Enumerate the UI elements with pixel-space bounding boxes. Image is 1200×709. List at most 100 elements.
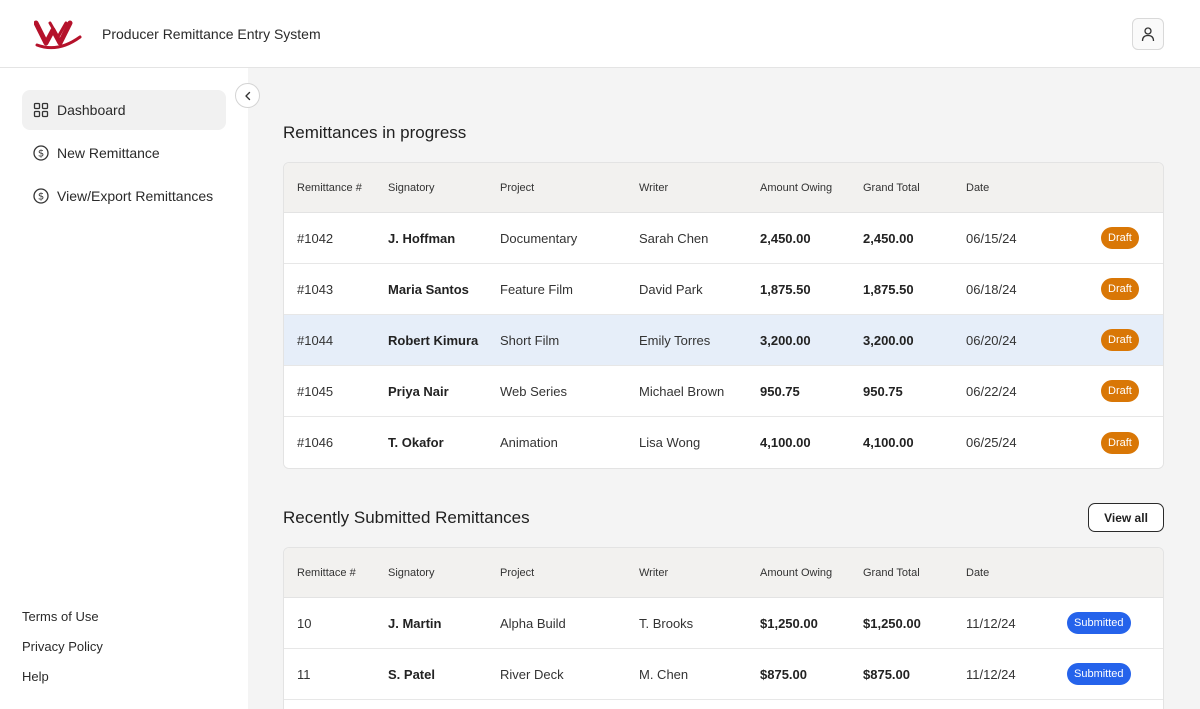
column-header[interactable]: Amount Owing <box>760 548 832 597</box>
amount-owing: 2,450.00 <box>760 230 811 246</box>
status-badge: Draft <box>1101 329 1139 351</box>
grand-total: 2,450.00 <box>863 230 914 246</box>
sidebar: Dashboard $ New Remittance $ View/Export… <box>0 68 248 709</box>
status-cell: Draft <box>1101 264 1139 314</box>
grand-total: $1,250.00 <box>863 615 921 631</box>
sidebar-item-new-remittance[interactable]: $ New Remittance <box>22 133 226 173</box>
amount-owing: 950.75 <box>760 383 800 399</box>
sidebar-item-label: Dashboard <box>57 102 126 118</box>
status-cell: Draft <box>1101 213 1139 263</box>
signatory: S. Patel <box>388 666 435 682</box>
status-badge: Draft <box>1101 380 1139 402</box>
table-header: Remittance # Signatory Project Writer Am… <box>284 163 1163 213</box>
table-row[interactable]: 10 J. Martin Alpha Build T. Brooks $1,25… <box>284 598 1163 649</box>
status-badge: Draft <box>1101 431 1139 454</box>
svg-text:$: $ <box>38 192 44 203</box>
remittance-id: 11 <box>297 666 311 682</box>
status-cell: Submitted <box>1067 598 1131 648</box>
writer: T. Brooks <box>639 615 694 631</box>
amount-owing: $1,250.00 <box>760 615 818 631</box>
signatory: Maria Santos <box>388 281 469 297</box>
project: Documentary <box>500 230 578 246</box>
in-progress-table: Remittance # Signatory Project Writer Am… <box>283 162 1164 469</box>
table-row[interactable]: 11 S. Patel River Deck M. Chen $875.00 $… <box>284 649 1163 700</box>
column-header[interactable]: Writer <box>639 163 668 212</box>
grid-icon <box>33 102 49 118</box>
dollar-circle-icon: $ <box>33 188 49 204</box>
table-header: Remittace # Signatory Project Writer Amo… <box>284 548 1163 598</box>
status-cell: Draft <box>1101 417 1139 468</box>
project: Animation <box>500 435 558 450</box>
remittance-id: #1046 <box>297 435 334 450</box>
signatory: J. Hoffman <box>388 230 456 246</box>
column-header[interactable]: Amount Owing <box>760 163 832 212</box>
grand-total: 950.75 <box>863 383 903 399</box>
terms-link[interactable]: Terms of Use <box>22 609 99 624</box>
column-header[interactable]: Remittace # <box>297 548 356 597</box>
user-icon <box>1141 27 1155 42</box>
grand-total: 1,875.50 <box>863 281 914 297</box>
date: 06/22/24 <box>966 383 1017 399</box>
status-cell: Draft <box>1101 315 1139 365</box>
svg-text:$: $ <box>38 149 44 160</box>
amount-owing: $875.00 <box>760 666 807 682</box>
amount-owing: 3,200.00 <box>760 332 811 348</box>
column-header[interactable]: Signatory <box>388 163 434 212</box>
date: 11/12/24 <box>966 666 1016 682</box>
writer: Michael Brown <box>639 383 725 399</box>
date: 06/20/24 <box>966 332 1017 348</box>
grand-total: 4,100.00 <box>863 435 914 450</box>
table-row[interactable]: #1043 Maria Santos Feature Film David Pa… <box>284 264 1163 315</box>
privacy-link[interactable]: Privacy Policy <box>22 639 103 654</box>
status-badge: Submitted <box>1067 612 1131 634</box>
writer: Emily Torres <box>639 332 711 348</box>
remittance-id: 10 <box>297 615 312 631</box>
collapse-sidebar-button[interactable] <box>235 83 260 108</box>
table-row[interactable]: #1044 Robert Kimura Short Film Emily Tor… <box>284 315 1163 366</box>
project: Alpha Build <box>500 615 566 631</box>
sidebar-item-dashboard[interactable]: Dashboard <box>22 90 226 130</box>
project: Feature Film <box>500 281 573 297</box>
table-row[interactable]: #1046 T. Okafor Animation Lisa Wong 4,10… <box>284 417 1163 468</box>
writer: David Park <box>639 281 703 297</box>
signatory: T. Okafor <box>388 435 444 450</box>
table-row[interactable]: #1045 Priya Nair Web Series Michael Brow… <box>284 366 1163 417</box>
signatory: Priya Nair <box>388 383 449 399</box>
column-header[interactable]: Remittance # <box>297 163 362 212</box>
submitted-table: Remittace # Signatory Project Writer Amo… <box>283 547 1164 709</box>
column-header[interactable]: Writer <box>639 548 668 597</box>
grand-total: $875.00 <box>863 666 910 682</box>
column-header[interactable]: Project <box>500 548 534 597</box>
chevron-left-icon <box>244 91 250 100</box>
signatory: Robert Kimura <box>388 332 479 348</box>
user-profile-button[interactable] <box>1132 18 1164 50</box>
sidebar-item-view-export[interactable]: $ View/Export Remittances <box>22 176 226 216</box>
in-progress-title: Remittances in progress <box>283 123 467 142</box>
column-header[interactable]: Project <box>500 163 534 212</box>
dollar-circle-icon: $ <box>33 145 49 161</box>
top-bar: Producer Remittance Entry System <box>0 0 1200 68</box>
status-badge: Draft <box>1101 278 1139 300</box>
project: Short Film <box>500 332 560 348</box>
view-all-button[interactable]: View all <box>1088 503 1164 532</box>
brand-logo-icon[interactable] <box>34 17 82 51</box>
amount-owing: 4,100.00 <box>760 435 811 450</box>
column-header[interactable]: Date <box>966 548 989 597</box>
writer: M. Chen <box>639 666 689 682</box>
remittance-id: #1045 <box>297 383 334 399</box>
date: 06/15/24 <box>966 230 1017 246</box>
date: 11/12/24 <box>966 615 1016 631</box>
app-title: Producer Remittance Entry System <box>102 26 321 42</box>
sidebar-item-label: View/Export Remittances <box>57 188 214 204</box>
remittance-id: #1044 <box>297 332 334 348</box>
remittance-id: #1043 <box>297 281 334 297</box>
table-row[interactable]: #1042 J. Hoffman Documentary Sarah Chen … <box>284 213 1163 264</box>
column-header[interactable]: Date <box>966 163 989 212</box>
status-badge: Submitted <box>1067 663 1131 685</box>
column-header[interactable]: Signatory <box>388 548 434 597</box>
column-header[interactable]: Grand Total <box>863 163 920 212</box>
project: Web Series <box>500 383 567 399</box>
date: 06/18/24 <box>966 281 1017 297</box>
column-header[interactable]: Grand Total <box>863 548 920 597</box>
help-link[interactable]: Help <box>22 669 49 684</box>
